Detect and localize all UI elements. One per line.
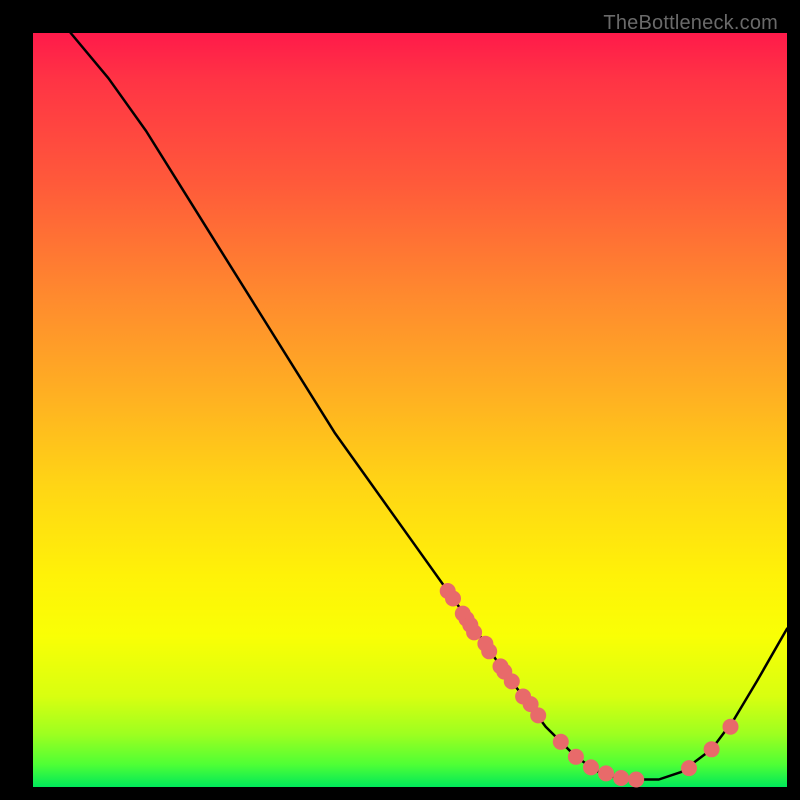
watermark-text: TheBottleneck.com [603,12,778,35]
outer-frame: TheBottleneck.com [10,10,790,790]
plot-area [33,33,787,787]
curve-line [71,33,787,780]
scatter-dots [440,583,739,788]
chart-svg [33,33,787,787]
